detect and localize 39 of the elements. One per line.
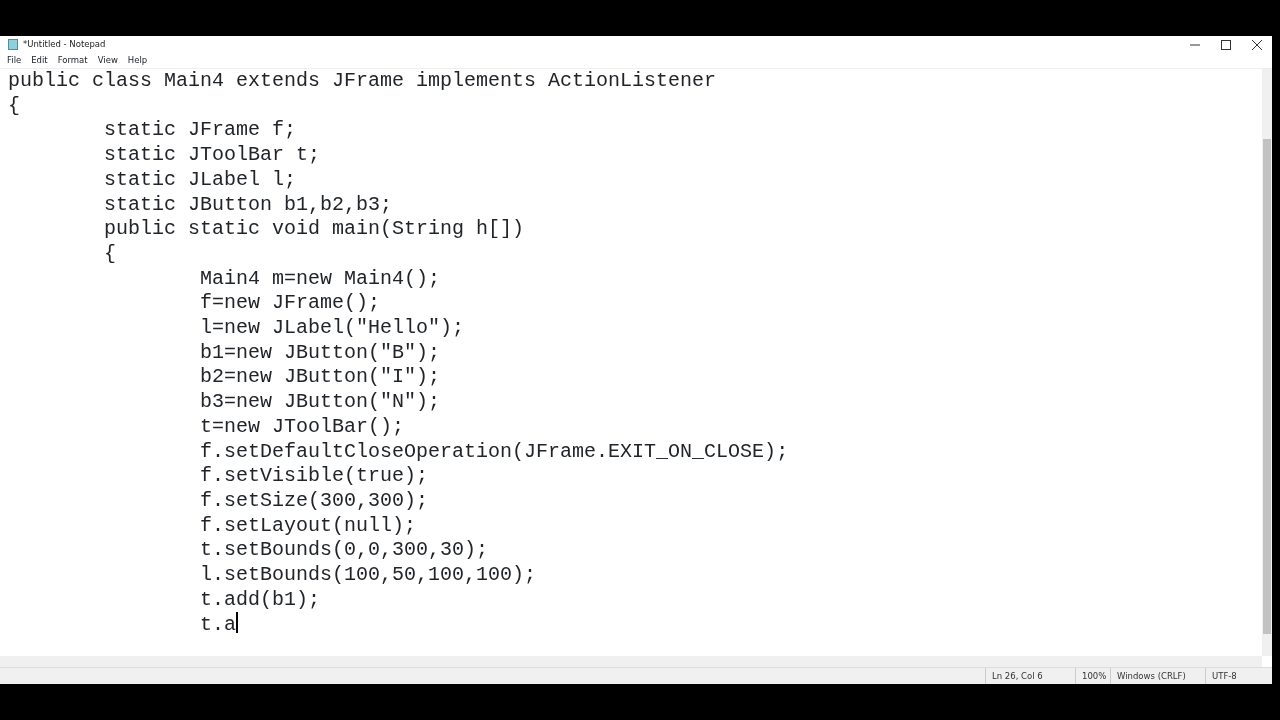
status-text: Ln 26, Col 6 — [992, 669, 1043, 683]
menu-item[interactable]: File — [7, 54, 22, 67]
code-line: l.setBounds(100,50,100,100); — [199, 563, 537, 587]
code-line: f.setLayout(null); — [199, 513, 417, 537]
code-line: f.setVisible(true); — [199, 464, 429, 488]
status-text: Windows (CRLF) — [1117, 669, 1186, 683]
code-line: public static void main(String h[]) — [103, 217, 525, 241]
horizontal-scrollbar[interactable] — [0, 656, 1262, 667]
code-line: { — [103, 241, 117, 265]
code-line: f=new JFrame(); — [199, 291, 381, 315]
code-line: f.setDefaultCloseOperation(JFrame.EXIT_ON_CLOSE); — [199, 439, 789, 463]
text-cursor — [236, 612, 238, 634]
code-line: static JButton b1,b2,b3; — [103, 192, 393, 216]
code-line: static JFrame f; — [103, 118, 297, 142]
code-line: { — [8, 93, 20, 117]
code-line: l=new JLabel("Hello"); — [199, 316, 465, 340]
code-line: b3=new JButton("N"); — [199, 390, 441, 414]
notepad-icon — [8, 39, 18, 50]
code-line: b1=new JButton("B"); — [199, 340, 441, 364]
code-line: t=new JToolBar(); — [199, 414, 405, 438]
code-line: static JLabel l; — [103, 167, 297, 191]
vertical-scrollbar[interactable] — [1262, 69, 1272, 656]
menu-item[interactable]: Edit — [31, 54, 48, 67]
code-line: public class Main4 extends JFrame implements ActionListener — [8, 69, 717, 92]
code-line: t.setBounds(0,0,300,30); — [199, 538, 489, 562]
code-line: Main4 m=new Main4(); — [199, 266, 441, 290]
window-title: *Untitled - Notepad — [23, 38, 106, 51]
code-line: f.setSize(300,300); — [199, 488, 429, 512]
close-icon[interactable] — [1251, 39, 1262, 50]
status-text: UTF-8 — [1212, 669, 1237, 683]
menu-item[interactable]: Help — [127, 54, 148, 67]
code-line: b2=new JButton("I"); — [199, 365, 441, 389]
code-line: static JToolBar t; — [103, 143, 321, 167]
menu-item[interactable]: Format — [57, 54, 88, 67]
code-line: t.a — [199, 613, 237, 637]
code-line: t.add(b1); — [199, 587, 321, 611]
maximize-icon[interactable] — [1220, 39, 1231, 50]
status-text: 100% — [1082, 669, 1107, 683]
menu-item[interactable]: View — [97, 54, 118, 67]
